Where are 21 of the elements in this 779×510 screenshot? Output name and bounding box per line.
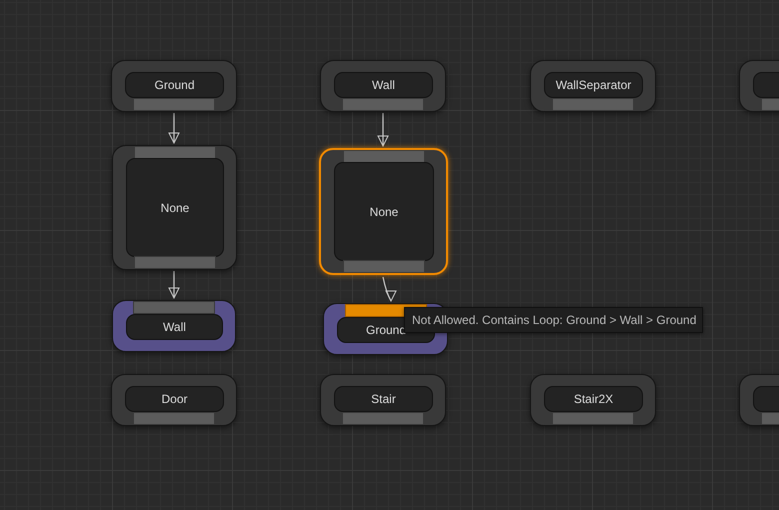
tooltip: Not Allowed. Contains Loop: Ground > Wall > Ground: [404, 307, 704, 333]
graph-node[interactable]: Wall: [320, 60, 446, 112]
connection-arrow: [168, 113, 180, 144]
graph-node[interactable]: Door: [111, 374, 237, 426]
connection-arrow: [377, 113, 389, 148]
graph-node[interactable]: Wall: [112, 300, 236, 352]
node-label: None: [126, 158, 224, 257]
node-label: Wall: [334, 72, 433, 98]
graph-node[interactable]: Ground: [111, 60, 237, 112]
node-label: Wall: [126, 314, 223, 340]
graph-node[interactable]: Stair: [320, 374, 446, 426]
node-label: Door: [125, 386, 224, 412]
connection-arrow: [382, 276, 397, 302]
node-label: WallSeparator: [544, 72, 643, 98]
node-label: None: [334, 162, 434, 261]
connection-arrow: [168, 271, 180, 300]
node-label: Ground: [125, 72, 224, 98]
graph-node[interactable]: WallSeparator: [530, 60, 656, 112]
node-label: Stair: [334, 386, 433, 412]
node-label: Stair2X: [544, 386, 643, 412]
graph-node[interactable]: Stair2X: [530, 374, 656, 426]
